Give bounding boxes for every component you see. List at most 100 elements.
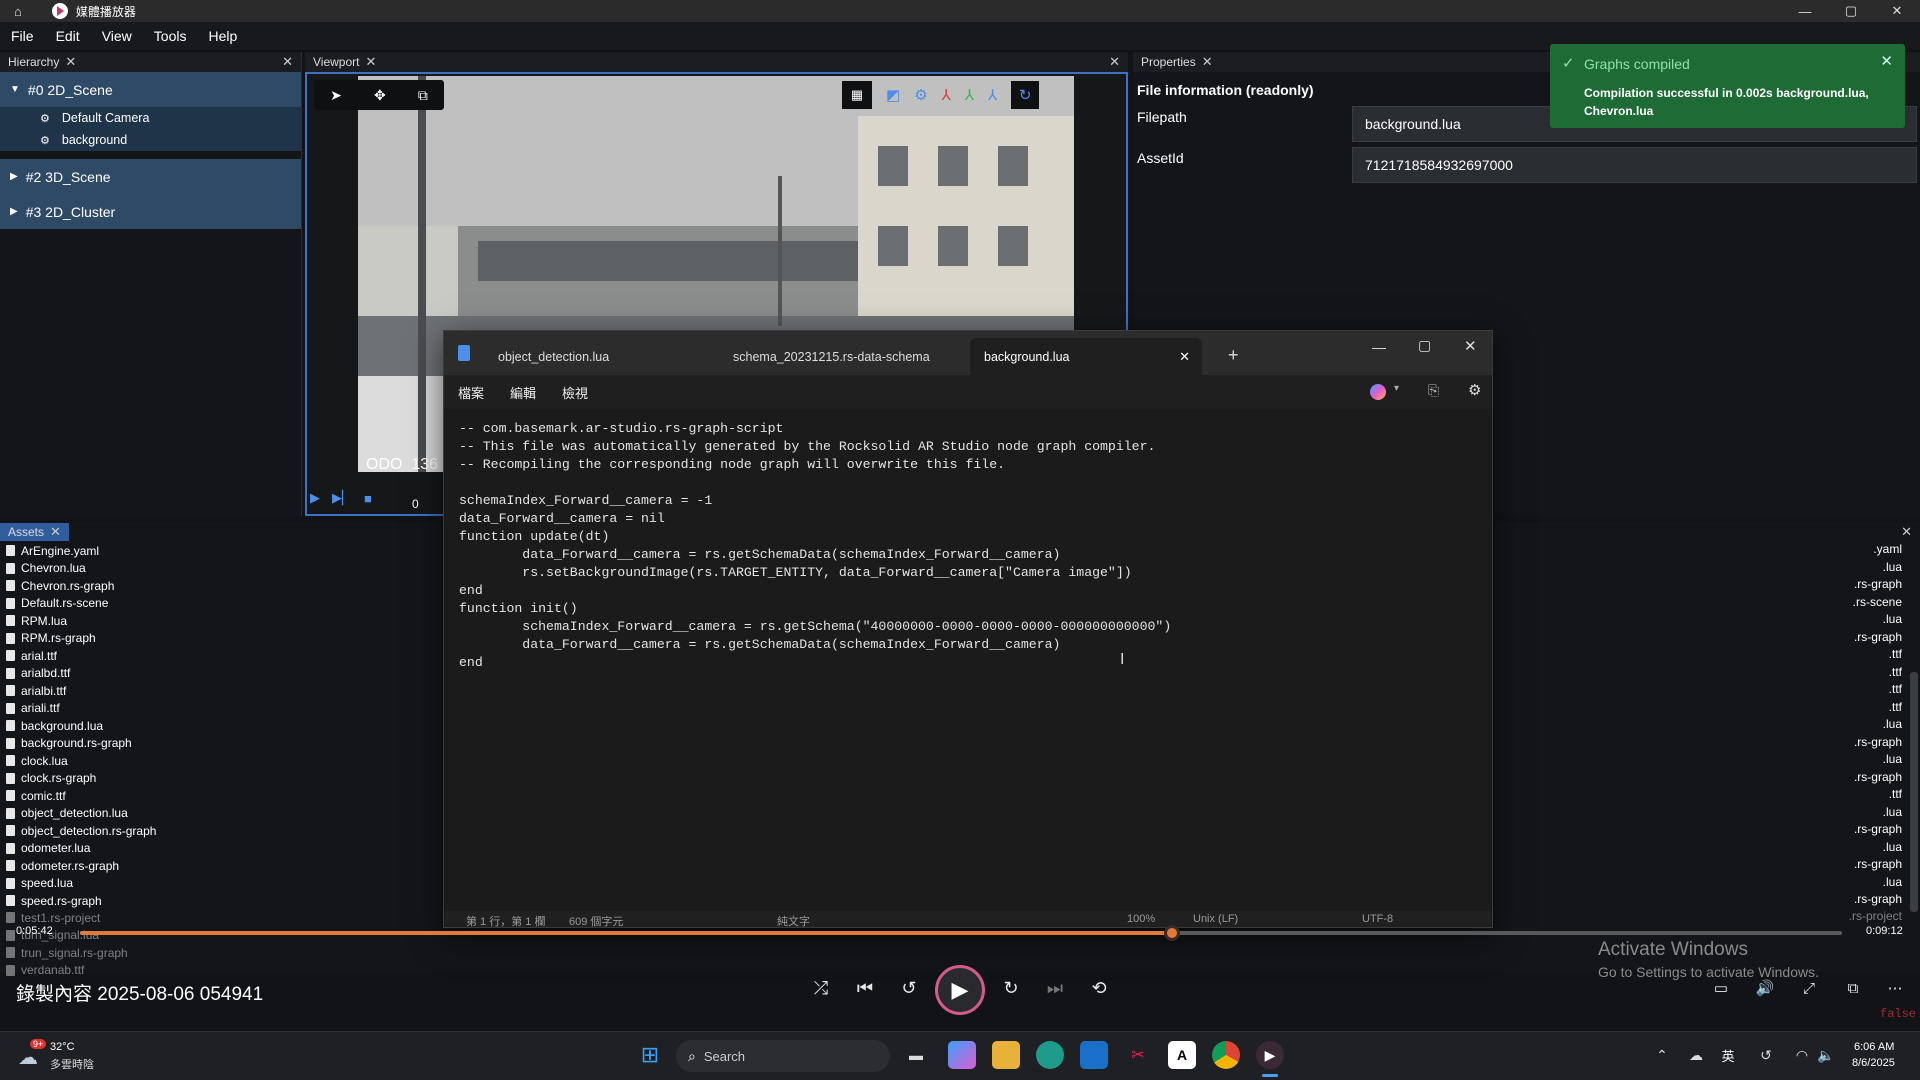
scene-2d-scene[interactable]: ▼ #0 2D_Scene — [0, 72, 301, 107]
axis-x-icon[interactable]: ⅄ — [942, 86, 951, 104]
asset-row[interactable]: arialbd.ttf — [0, 665, 300, 683]
asset-row[interactable]: RPM.rs-graph — [0, 630, 300, 648]
ar-studio-icon[interactable]: A — [1168, 1041, 1196, 1069]
minimize-button[interactable]: — — [1782, 0, 1828, 22]
caret-right-icon[interactable]: ▶ — [10, 171, 18, 182]
notepad-close-button[interactable]: ✕ — [1464, 337, 1477, 355]
asset-row[interactable]: background.lua — [0, 717, 300, 735]
asset-row[interactable]: Default.rs-scene — [0, 595, 300, 613]
edge-icon[interactable] — [1036, 1041, 1064, 1069]
ime-mode-icon[interactable]: ↺ — [1752, 1041, 1780, 1069]
volume-icon[interactable]: 🔊 — [1750, 973, 1780, 1003]
notepad-minimize-button[interactable]: — — [1372, 339, 1386, 355]
forward-30-icon[interactable]: ↻ — [996, 973, 1026, 1003]
scene-3d-scene[interactable]: ▶ #2 3D_Scene — [0, 159, 301, 194]
code-text[interactable]: -- com.basemark.ar-studio.rs-graph-scrip… — [459, 420, 1171, 672]
next-icon[interactable]: ⏭ — [1040, 973, 1070, 1003]
menu-tools[interactable]: Tools — [143, 28, 198, 44]
grid-toggle-icon[interactable]: ▦ — [842, 81, 872, 109]
notepad-maximize-button[interactable]: ▢ — [1418, 337, 1431, 354]
select-tool-icon[interactable]: ➤ — [330, 87, 342, 104]
scene-2d-cluster[interactable]: ▶ #3 2D_Cluster — [0, 194, 301, 229]
taskbar-search[interactable]: ⌕ Search — [676, 1040, 890, 1072]
asset-row[interactable]: Chevron.lua — [0, 560, 300, 578]
clock-date[interactable]: 8/6/2025 — [1852, 1057, 1895, 1069]
asset-row[interactable]: clock.lua — [0, 752, 300, 770]
camera-view-icon[interactable]: ◩ — [886, 86, 900, 104]
close-button[interactable]: ✕ — [1874, 0, 1920, 22]
previous-icon[interactable]: ⏮ — [850, 973, 880, 1003]
close-icon[interactable]: ✕ — [1202, 54, 1213, 70]
panel-close-icon[interactable]: ✕ — [1109, 54, 1120, 70]
asset-row[interactable]: arialbi.ttf — [0, 682, 300, 700]
copilot-icon[interactable] — [1370, 384, 1386, 400]
tray-chevron-icon[interactable]: ⌃ — [1648, 1041, 1676, 1069]
step-icon[interactable]: ▶▏ — [332, 490, 352, 506]
asset-row[interactable]: speed.rs-graph — [0, 892, 300, 910]
entity-background[interactable]: ⚙ background — [0, 129, 301, 151]
new-tab-button[interactable]: + — [1228, 345, 1239, 366]
snipping-tool-icon[interactable]: ✂ — [1124, 1041, 1152, 1069]
rewind-10-icon[interactable]: ↺ — [894, 973, 924, 1003]
ime-indicator[interactable]: 英 — [1714, 1041, 1742, 1069]
notepad-tab-background[interactable]: background.lua ✕ — [970, 338, 1202, 375]
asset-row[interactable]: test1.rs-project — [0, 909, 300, 927]
notepad-menu-file[interactable]: 檔案 — [458, 383, 484, 402]
chevron-down-icon[interactable]: ▾ — [1394, 383, 1399, 394]
asset-row[interactable]: trun_signal.rs-graph — [0, 944, 300, 962]
asset-row[interactable]: speed.lua — [0, 875, 300, 893]
menu-file[interactable]: File — [0, 28, 45, 44]
chrome-icon[interactable] — [1212, 1041, 1240, 1069]
menu-view[interactable]: View — [91, 28, 143, 44]
asset-row[interactable]: background.rs-graph — [0, 735, 300, 753]
shuffle-icon[interactable]: ⤮ — [806, 973, 836, 1003]
tab-properties[interactable]: Properties ✕ — [1133, 54, 1221, 70]
gear-view-icon[interactable]: ⚙ — [914, 86, 927, 104]
media-player-taskbar-icon[interactable]: ▶ — [1256, 1041, 1284, 1069]
notepad-editor[interactable]: -- com.basemark.ar-studio.rs-graph-scrip… — [444, 409, 1492, 911]
asset-row[interactable]: verdanab.ttf — [0, 962, 300, 980]
play-button[interactable]: ▶ — [935, 965, 985, 1015]
tab-hierarchy[interactable]: Hierarchy ✕ — [0, 54, 84, 70]
more-options-icon[interactable]: ⋯ — [1880, 973, 1910, 1003]
repeat-icon[interactable]: ⟲ — [1084, 973, 1114, 1003]
axis-y-icon[interactable]: ⅄ — [965, 86, 974, 104]
close-icon[interactable]: ✕ — [50, 524, 61, 540]
outlook-icon[interactable] — [1080, 1041, 1108, 1069]
scrollbar[interactable] — [1910, 672, 1918, 912]
caret-right-icon[interactable]: ▶ — [10, 206, 18, 217]
captions-icon[interactable]: ▭ — [1706, 973, 1736, 1003]
panel-close-icon[interactable]: ✕ — [282, 54, 293, 70]
fullscreen-icon[interactable]: ⤢ — [1794, 973, 1824, 1003]
format-icon[interactable]: ⎘ — [1428, 382, 1439, 399]
settings-gear-icon[interactable]: ⚙ — [1468, 381, 1481, 399]
menu-help[interactable]: Help — [197, 28, 248, 44]
asset-row[interactable]: clock.rs-graph — [0, 770, 300, 788]
asset-row[interactable]: RPM.lua — [0, 612, 300, 630]
notepad-menu-edit[interactable]: 編輯 — [510, 383, 536, 402]
asset-row[interactable]: Chevron.rs-graph — [0, 577, 300, 595]
tab-assets[interactable]: Assets ✕ — [0, 523, 69, 541]
miniplayer-icon[interactable]: ⧉ — [1838, 973, 1868, 1003]
close-icon[interactable]: ✕ — [65, 54, 76, 70]
axis-z-icon[interactable]: ⅄ — [988, 86, 997, 104]
stop-icon[interactable]: ■ — [364, 491, 372, 506]
notepad-tab-object-detection[interactable]: object_detection.lua — [484, 338, 714, 375]
asset-row[interactable]: odometer.rs-graph — [0, 857, 300, 875]
notepad-tab-schema[interactable]: schema_20231215.rs-data-schema — [719, 338, 949, 375]
speaker-icon[interactable]: 🔈 — [1812, 1041, 1840, 1069]
scale-tool-icon[interactable]: ⧉ — [418, 87, 428, 104]
notepad-menu-view[interactable]: 檢視 — [562, 383, 588, 402]
play-icon[interactable]: ▶ — [310, 490, 320, 506]
entity-default-camera[interactable]: ⚙ Default Camera — [0, 107, 301, 129]
asset-row[interactable]: ArEngine.yaml — [0, 542, 300, 560]
refresh-icon[interactable]: ↻ — [1011, 81, 1040, 109]
network-status-icon[interactable]: ☁ — [1682, 1041, 1710, 1069]
asset-row[interactable]: object_detection.lua — [0, 805, 300, 823]
home-icon[interactable]: ⌂ — [14, 4, 22, 19]
clock-time[interactable]: 6:06 AM — [1854, 1041, 1894, 1053]
asset-row[interactable]: ariali.ttf — [0, 700, 300, 718]
assetid-field[interactable]: 7121718584932697000 — [1352, 147, 1917, 183]
maximize-button[interactable]: ▢ — [1828, 0, 1874, 22]
toast-close-icon[interactable]: ✕ — [1880, 52, 1893, 70]
